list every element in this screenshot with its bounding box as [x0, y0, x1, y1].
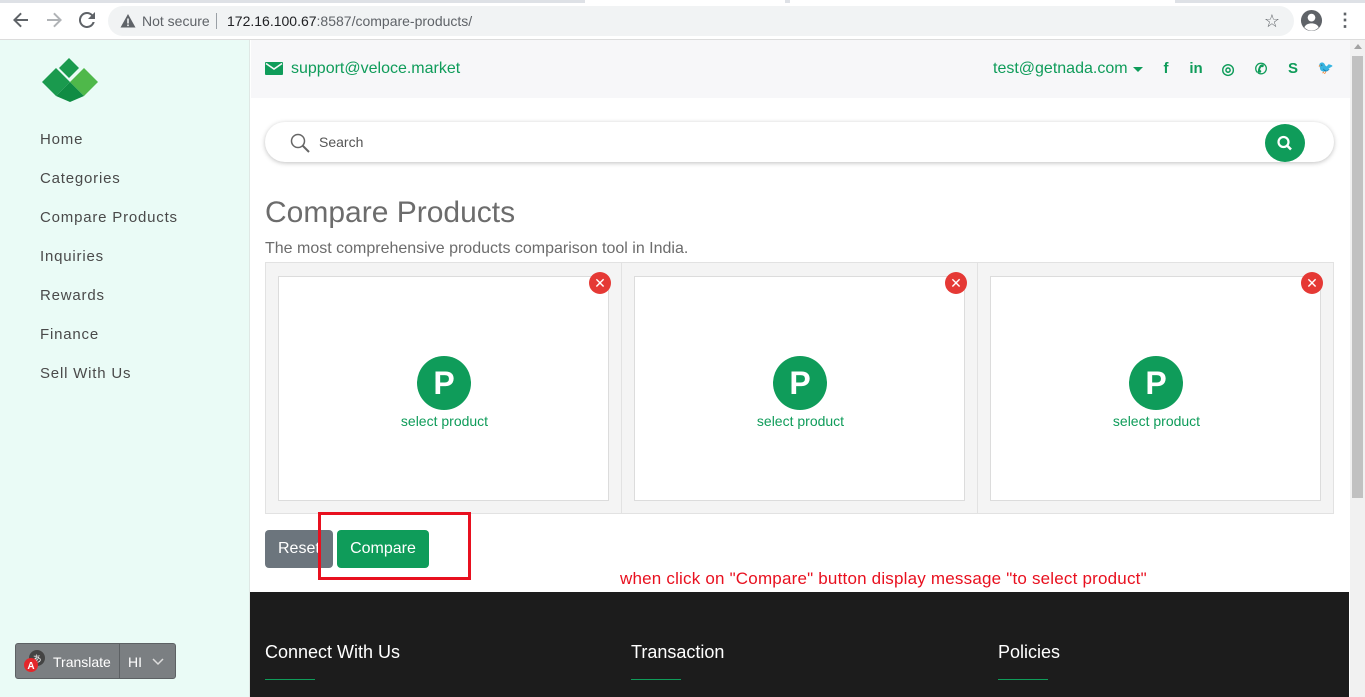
envelope-icon [265, 62, 283, 75]
footer-heading-underline [998, 679, 1048, 680]
tab-strip [0, 0, 1365, 3]
user-account-menu[interactable]: test@getnada.com [993, 60, 1128, 78]
back-arrow-icon [13, 12, 28, 28]
support-email-link[interactable]: support@veloce.market [291, 60, 460, 78]
footer-heading-underline [265, 679, 315, 680]
sidebar: Home Categories Compare Products Inquiri… [0, 40, 250, 697]
sidebar-item-finance[interactable]: Finance [40, 325, 178, 364]
product-placeholder-icon[interactable]: P [1129, 356, 1183, 410]
column-divider [977, 263, 978, 513]
annotation-highlight-box [318, 512, 471, 580]
translate-language[interactable]: HI [128, 654, 142, 670]
whatsapp-icon[interactable]: ✆ [1253, 60, 1269, 78]
search-button-icon [1277, 135, 1292, 151]
top-bar: support@veloce.market test@getnada.com f… [251, 40, 1350, 98]
reload-button[interactable] [75, 8, 99, 32]
site-logo-icon[interactable] [40, 58, 100, 102]
compare-slots-container: P select product ✕ P select product ✕ P … [265, 262, 1334, 514]
sidebar-item-sell-with-us[interactable]: Sell With Us [40, 364, 178, 403]
bookmark-star-icon[interactable]: ☆ [1264, 11, 1280, 32]
annotation-note: when click on "Compare" button display m… [620, 569, 1147, 588]
translate-widget[interactable]: あ A Translate HI [15, 643, 176, 679]
search-button[interactable] [1265, 124, 1305, 162]
back-button[interactable] [9, 8, 33, 32]
browser-toolbar: Not secure 172.16.100.67:8587/compare-pr… [0, 0, 1365, 40]
product-slot-3[interactable]: P select product ✕ [990, 272, 1323, 501]
translate-label: Translate [53, 654, 111, 670]
url-text[interactable]: 172.16.100.67:8587/compare-products/ [227, 13, 472, 29]
footer-heading-policies: Policies [998, 642, 1061, 662]
caret-down-icon[interactable] [1133, 67, 1143, 72]
footer-heading-transaction: Transaction [631, 642, 725, 662]
scroll-up-arrow-icon[interactable] [1354, 44, 1362, 49]
product-slot-1[interactable]: P select product ✕ [278, 272, 611, 501]
sidebar-item-compare-products[interactable]: Compare Products [40, 208, 178, 247]
reload-icon [79, 12, 95, 28]
svg-text:A: A [27, 661, 34, 672]
sidebar-item-inquiries[interactable]: Inquiries [40, 247, 178, 286]
security-label[interactable]: Not secure [142, 13, 210, 29]
chevron-down-icon[interactable] [152, 655, 164, 667]
url-path: :8587/compare-products/ [316, 13, 473, 29]
remove-slot-2-close-icon[interactable]: ✕ [945, 272, 967, 294]
footer-heading-underline [631, 679, 681, 680]
facebook-icon[interactable]: f [1161, 60, 1171, 78]
sidebar-item-home[interactable]: Home [40, 130, 178, 169]
column-divider [621, 263, 622, 513]
address-divider [216, 13, 217, 29]
scrollbar-thumb[interactable] [1352, 56, 1363, 498]
sidebar-item-categories[interactable]: Categories [40, 169, 178, 208]
translate-icon: あ A [24, 650, 45, 672]
twitter-icon[interactable]: 🐦 [1317, 60, 1335, 78]
browser-menu-icon[interactable]: ⋮ [1336, 10, 1354, 31]
page-title: Compare Products [265, 196, 516, 229]
footer-heading-connect: Connect With Us [265, 642, 401, 662]
select-product-link[interactable]: select product [635, 413, 966, 429]
warning-icon [120, 14, 136, 28]
product-placeholder-icon[interactable]: P [773, 356, 827, 410]
search-icon [290, 133, 310, 153]
sidebar-item-rewards[interactable]: Rewards [40, 286, 178, 325]
translate-divider [119, 644, 120, 678]
remove-slot-3-close-icon[interactable]: ✕ [1301, 272, 1323, 294]
profile-avatar-icon[interactable] [1300, 9, 1323, 32]
linkedin-icon[interactable]: in [1187, 60, 1205, 78]
instagram-icon[interactable]: ◎ [1220, 60, 1236, 78]
forward-button[interactable] [42, 8, 66, 32]
select-product-link[interactable]: select product [991, 413, 1322, 429]
search-bar [265, 122, 1334, 162]
page-subtitle: The most comprehensive products comparis… [265, 240, 689, 257]
select-product-link[interactable]: select product [279, 413, 610, 429]
forward-arrow-icon [47, 12, 62, 28]
search-input[interactable] [319, 131, 1219, 153]
product-slot-2[interactable]: P select product ✕ [634, 272, 967, 501]
sidebar-nav: Home Categories Compare Products Inquiri… [40, 130, 178, 403]
product-placeholder-icon[interactable]: P [417, 356, 471, 410]
url-host: 172.16.100.67 [227, 13, 317, 29]
footer: Connect With Us Transaction Policies [250, 592, 1349, 697]
remove-slot-1-close-icon[interactable]: ✕ [589, 272, 611, 294]
skype-icon[interactable]: S [1285, 60, 1301, 78]
address-bar[interactable]: Not secure 172.16.100.67:8587/compare-pr… [108, 6, 1294, 36]
